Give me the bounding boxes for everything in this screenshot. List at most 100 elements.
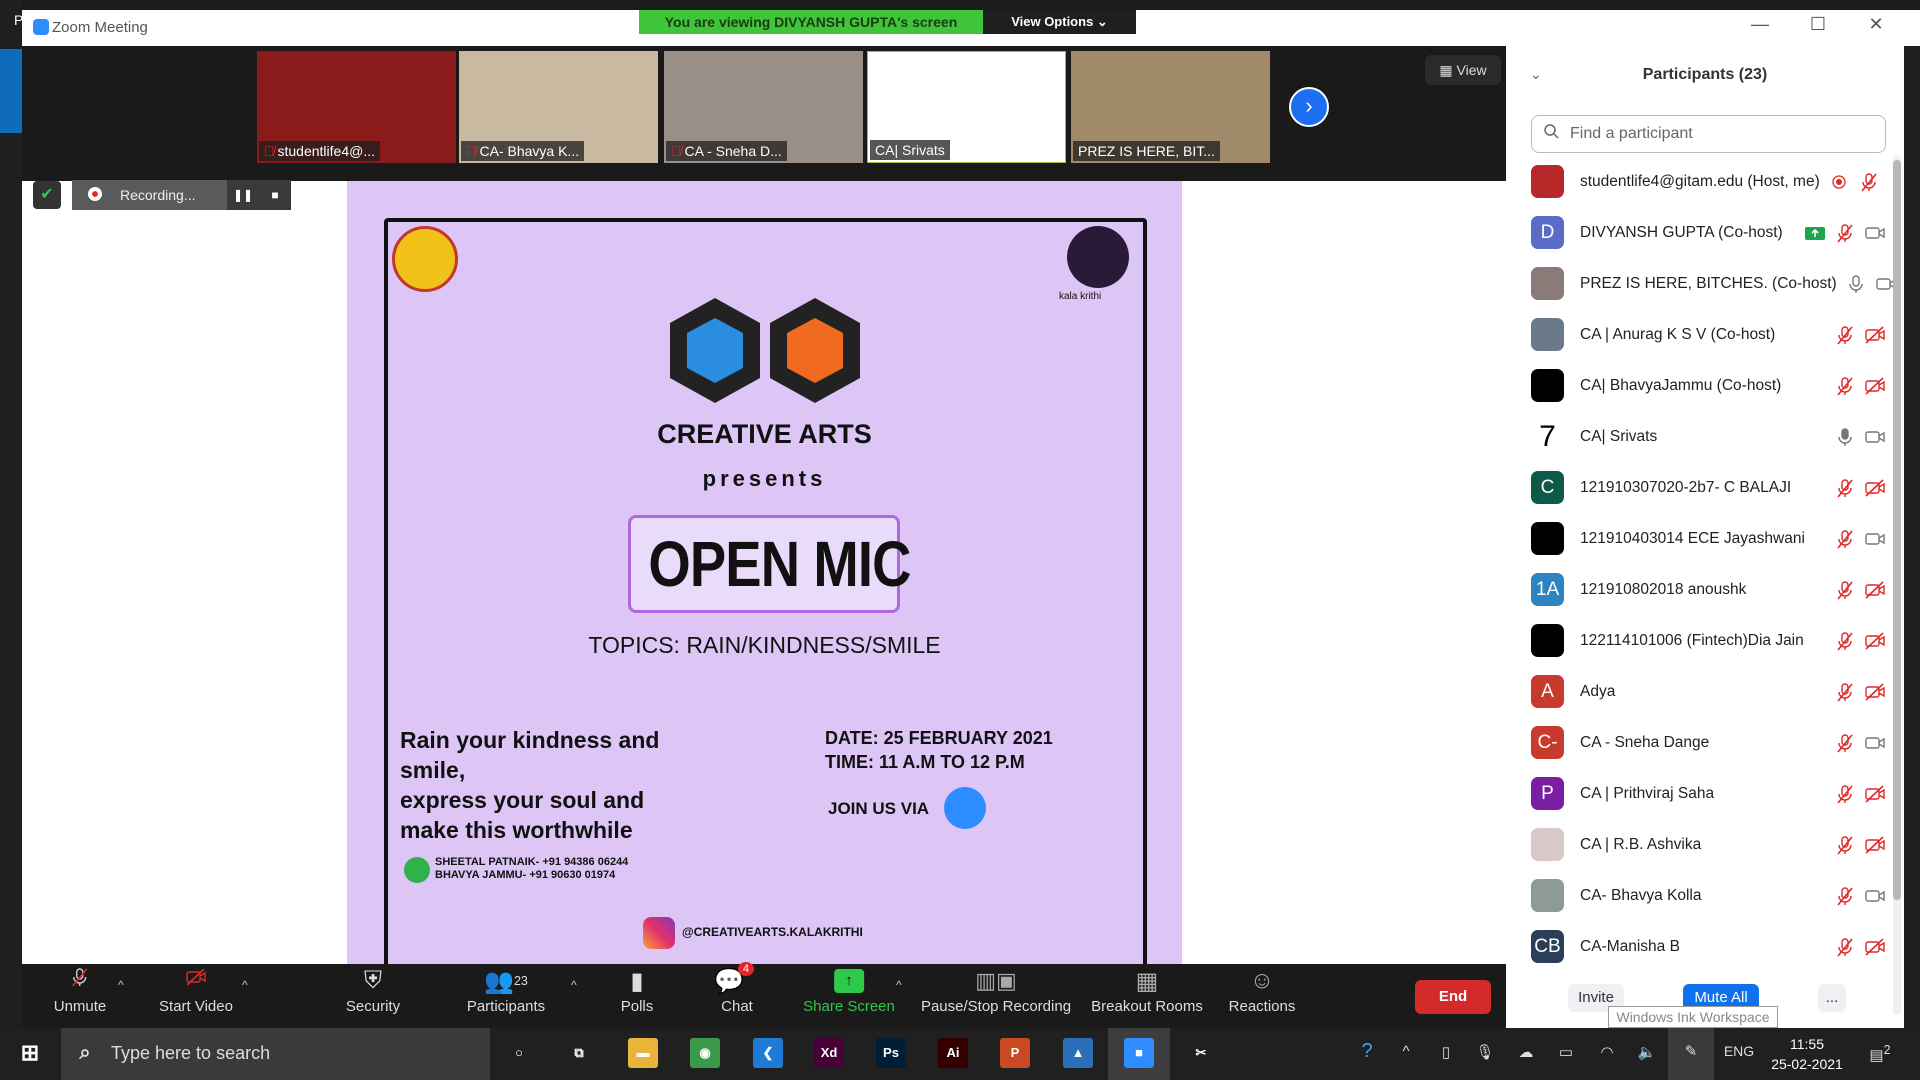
- wifi-icon[interactable]: ◠: [1600, 1043, 1613, 1061]
- participant-row[interactable]: P CA | Prithviraj Saha: [1531, 768, 1886, 819]
- pause-recording-button[interactable]: ❚❚: [227, 180, 259, 210]
- mic-muted-icon[interactable]: [1834, 222, 1856, 244]
- participant-row[interactable]: PREZ IS HERE, BITCHES. (Co-host): [1531, 258, 1896, 309]
- unmute-button[interactable]: Unmute: [54, 964, 106, 1028]
- stop-recording-button[interactable]: ■: [259, 180, 291, 210]
- mic-muted-icon[interactable]: [1858, 171, 1880, 193]
- video-thumbnail[interactable]: CA| Srivats: [867, 51, 1066, 163]
- language-indicator[interactable]: ENG: [1724, 1043, 1754, 1059]
- show-hidden-icons[interactable]: ^: [1402, 1043, 1409, 1060]
- options-caret-button[interactable]: ^: [571, 978, 577, 992]
- maximize-button[interactable]: ☐: [1803, 14, 1833, 35]
- microphone-icon[interactable]: [1834, 426, 1856, 448]
- camera-icon[interactable]: ▯: [1442, 1043, 1450, 1061]
- next-page-button[interactable]: ›: [1289, 87, 1329, 127]
- mic-muted-icon[interactable]: [1834, 936, 1856, 958]
- video-off-icon[interactable]: [1864, 936, 1886, 958]
- mic-muted-icon[interactable]: [1834, 681, 1856, 703]
- battery-icon[interactable]: ▭: [1559, 1043, 1573, 1061]
- participant-row[interactable]: 7 CA| Srivats: [1531, 411, 1886, 462]
- onedrive-icon[interactable]: ☁: [1519, 1043, 1534, 1061]
- notifications-button[interactable]: ▤2: [1869, 1043, 1890, 1064]
- participant-row[interactable]: 1A 121910802018 anoushk: [1531, 564, 1886, 615]
- video-off-icon[interactable]: [1864, 477, 1886, 499]
- close-button[interactable]: ✕: [1861, 14, 1891, 35]
- task-view-icon[interactable]: ⧉: [564, 1038, 594, 1068]
- cortana-icon[interactable]: ○: [504, 1038, 534, 1068]
- participant-row[interactable]: D DIVYANSH GUPTA (Co-host): [1531, 207, 1886, 258]
- mic-muted-icon[interactable]: [1834, 783, 1856, 805]
- encryption-shield-icon[interactable]: ✔: [33, 181, 61, 209]
- video-off-icon[interactable]: [1864, 783, 1886, 805]
- share-screen-button[interactable]: ↑ Share Screen: [803, 964, 895, 1028]
- video-off-icon[interactable]: [1864, 681, 1886, 703]
- chat-button[interactable]: 💬 4 Chat: [714, 962, 760, 1028]
- video-thumbnail[interactable]: 🎙̸ CA- Bhavya K...: [459, 51, 658, 163]
- mic-muted-icon[interactable]: [1834, 477, 1856, 499]
- volume-icon[interactable]: 🔈: [1638, 1043, 1657, 1061]
- find-participant-input[interactable]: Find a participant: [1531, 115, 1886, 153]
- mic-muted-icon[interactable]: [1834, 885, 1856, 907]
- file-explorer-icon[interactable]: ▬: [628, 1038, 658, 1068]
- pause-stop-recording-button[interactable]: ▥▣ Pause/Stop Recording: [921, 964, 1071, 1028]
- options-caret-button[interactable]: ^: [896, 978, 902, 992]
- video-icon[interactable]: [1864, 426, 1886, 448]
- photos-icon[interactable]: ▲: [1063, 1038, 1093, 1068]
- polls-button[interactable]: ▮ Polls: [621, 964, 654, 1028]
- options-caret-button[interactable]: ^: [118, 978, 124, 992]
- video-thumbnail[interactable]: 🎙̸ CA - Sneha D...: [664, 51, 863, 163]
- video-icon[interactable]: [1864, 732, 1886, 754]
- participants-button[interactable]: 👥 23 Participants: [467, 964, 545, 1028]
- mic-muted-icon[interactable]: [1834, 732, 1856, 754]
- video-off-icon[interactable]: [1864, 375, 1886, 397]
- microphone-icon[interactable]: 🎙: [1475, 1043, 1494, 1061]
- vscode-icon[interactable]: ❮: [753, 1038, 783, 1068]
- reactions-button[interactable]: ☺ Reactions: [1229, 964, 1296, 1028]
- participant-row[interactable]: CA| BhavyaJammu (Co-host): [1531, 360, 1886, 411]
- breakout-rooms-button[interactable]: ▦ Breakout Rooms: [1091, 964, 1203, 1028]
- participant-row[interactable]: C- CA - Sneha Dange: [1531, 717, 1886, 768]
- participant-row[interactable]: CA- Bhavya Kolla: [1531, 870, 1886, 921]
- photoshop-icon[interactable]: Ps: [876, 1038, 906, 1068]
- view-options-button[interactable]: View Options ⌄: [983, 10, 1136, 34]
- mic-muted-icon[interactable]: [1834, 528, 1856, 550]
- zoom-icon[interactable]: ■: [1124, 1038, 1154, 1068]
- video-off-icon[interactable]: [1864, 834, 1886, 856]
- windows-start-icon[interactable]: ⊞: [15, 1040, 45, 1070]
- video-off-icon[interactable]: [1864, 324, 1886, 346]
- video-icon[interactable]: [1864, 885, 1886, 907]
- view-button[interactable]: ▦ View: [1425, 55, 1501, 85]
- participant-row[interactable]: 121910403014 ECE Jayashwani: [1531, 513, 1886, 564]
- mic-muted-icon[interactable]: [1834, 375, 1856, 397]
- end-meeting-button[interactable]: End: [1415, 980, 1491, 1014]
- participant-row[interactable]: 122114101006 (Fintech)Dia Jain: [1531, 615, 1886, 666]
- video-icon[interactable]: [1864, 222, 1886, 244]
- taskbar-search-input[interactable]: Type here to search: [61, 1028, 490, 1080]
- video-off-icon[interactable]: [1864, 579, 1886, 601]
- adobe-xd-icon[interactable]: Xd: [814, 1038, 844, 1068]
- participant-row[interactable]: CA | R.B. Ashvika: [1531, 819, 1886, 870]
- mic-muted-icon[interactable]: [1834, 834, 1856, 856]
- security-button[interactable]: ⛨ Security: [346, 964, 400, 1028]
- chrome-icon[interactable]: ◉: [690, 1038, 720, 1068]
- help-icon[interactable]: ?: [1361, 1040, 1372, 1063]
- illustrator-icon[interactable]: Ai: [938, 1038, 968, 1068]
- participant-row[interactable]: CA | Anurag K S V (Co-host): [1531, 309, 1886, 360]
- mic-muted-icon[interactable]: [1834, 630, 1856, 652]
- video-thumbnail[interactable]: PREZ IS HERE, BIT...: [1071, 51, 1270, 163]
- more-options-button[interactable]: ...: [1818, 984, 1846, 1012]
- powerpoint-icon[interactable]: P: [1000, 1038, 1030, 1068]
- participant-row[interactable]: A Adya: [1531, 666, 1886, 717]
- start-video-button[interactable]: Start Video: [159, 964, 233, 1028]
- participant-row[interactable]: studentlife4@gitam.edu (Host, me): [1531, 156, 1886, 207]
- participant-row[interactable]: C 121910307020-2b7- C BALAJI: [1531, 462, 1886, 513]
- video-thumbnail[interactable]: 🎙̸ studentlife4@...: [257, 51, 456, 163]
- clock[interactable]: 11:55 25-02-2021: [1771, 1034, 1843, 1074]
- scrollbar-thumb[interactable]: [1893, 160, 1901, 900]
- windows-ink-button[interactable]: ✎: [1668, 1028, 1714, 1080]
- video-off-icon[interactable]: [1864, 630, 1886, 652]
- snip-sketch-icon[interactable]: ✂: [1186, 1038, 1216, 1068]
- minimize-button[interactable]: —: [1745, 14, 1775, 35]
- participant-row[interactable]: CB CA-Manisha B: [1531, 921, 1886, 972]
- options-caret-button[interactable]: ^: [242, 978, 248, 992]
